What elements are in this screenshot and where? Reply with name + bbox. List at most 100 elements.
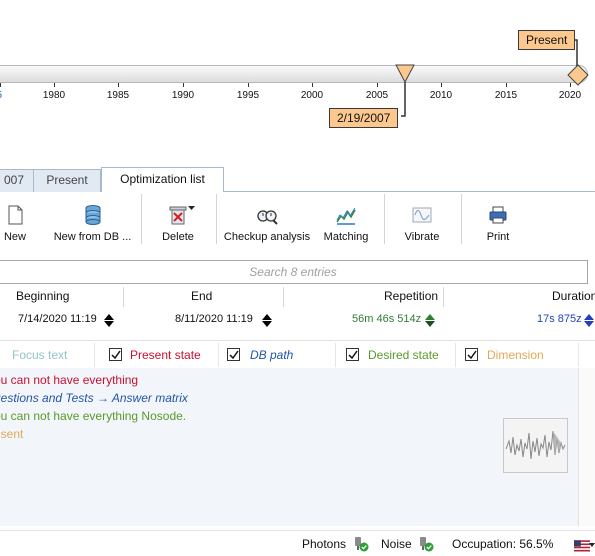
beginning-value[interactable]: 7/14/2020 11:19 [18,313,97,325]
optimization-list[interactable]: ou can not have everything uestions and … [0,368,595,526]
toolbar-separator [461,194,462,244]
list-item-dimension: esent [0,427,24,441]
timeline-year-label: 5 [0,90,2,101]
new-document-icon [8,205,23,225]
end-header: End [191,289,213,303]
matching-button[interactable]: Matching [318,192,374,252]
field-label-present-state[interactable]: Present state [130,348,201,362]
tab-strip: 007 Present Optimization list [0,167,595,193]
checkup-analysis-button[interactable]: Checkup analysis [222,192,312,252]
timeline-marker-handle[interactable] [395,64,415,84]
beginning-spinner[interactable] [104,314,114,327]
column-separator [218,343,219,367]
new-button-label: New [3,231,26,243]
new-from-db-button-label: New from DB ... [53,231,132,243]
print-button-label: Print [486,231,510,243]
vibrate-button[interactable]: Vibrate [394,192,450,252]
timeline-year-label: 1985 [106,90,130,101]
waveform-graphic [505,430,566,460]
list-item-desired-state: ou can not have everything Nosode. [0,409,187,423]
timeline-year-label: 2020 [558,90,582,101]
checkmark-icon [467,350,477,360]
checkmark-icon [229,350,239,360]
toolbar-separator [216,194,217,244]
beginning-header: Beginning [16,289,70,303]
photons-status-icon[interactable] [353,536,369,552]
checkbox-dimension[interactable] [465,348,478,361]
photons-label: Photons [302,537,347,551]
timeline-tick [118,83,119,87]
checkbox-present-state[interactable] [109,348,122,361]
timeline-tick [441,83,442,87]
column-separator[interactable] [283,287,284,307]
new-button[interactable]: New [0,192,30,252]
timeline-tick [0,83,1,87]
timeline-tick [377,83,378,87]
list-item-db-path: uestions and Tests → Answer matrix [0,391,188,405]
vertical-scrollbar[interactable] [578,368,595,526]
field-label-desired-state[interactable]: Desired state [368,348,439,362]
matching-button-label: Matching [323,231,369,243]
waveform-thumbnail[interactable] [503,418,568,473]
present-label: Present [518,30,576,50]
timeline-year-label: 2010 [429,90,453,101]
display-fields-row: Focus text Present state DB path Desired… [0,340,595,368]
noise-label: Noise [381,537,412,551]
end-value[interactable]: 8/11/2020 11:19 [175,313,253,325]
tab-optimization-list[interactable]: Optimization list [101,167,224,193]
timeline-tick [183,83,184,87]
checkbox-desired-state[interactable] [346,348,359,361]
occupation-readout: Occupation: 56.5% [452,537,554,551]
column-separator [335,343,336,367]
duration-spinner[interactable] [584,314,594,327]
column-separator [578,343,579,367]
list-item-present-state: ou can not have everything [0,373,139,387]
toolbar-separator [384,194,385,244]
binoculars-icon [257,210,278,225]
column-separator[interactable] [443,287,444,307]
noise-status-icon[interactable] [418,536,434,552]
toolbar-separator [141,194,142,244]
column-separator [455,343,456,367]
checkbox-db-path[interactable] [227,348,240,361]
time-columns: Beginning End Repetition Duration 7/14/2… [0,287,595,335]
timeline-track[interactable] [0,65,588,83]
timeline-year-label: 1980 [42,90,66,101]
tab-previous-date[interactable]: 007 [0,169,34,192]
duration-value[interactable]: 17s 875z [537,313,582,325]
search-input[interactable]: Search 8 entries [0,260,588,284]
print-icon [489,206,507,224]
end-spinner[interactable] [262,314,272,327]
repetition-value[interactable]: 56m 46s 514z [352,313,421,325]
language-chevron-down-icon[interactable] [589,543,595,548]
timeline-marker-date: 2/19/2007 [329,108,399,128]
timeline[interactable]: 5 1980 1985 1990 1995 2000 2005 2010 201… [0,0,595,165]
repetition-spinner[interactable] [425,314,435,327]
matching-chart-icon [336,207,356,225]
timeline-year-label: 1990 [171,90,195,101]
repetition-header: Repetition [384,289,439,303]
column-separator[interactable] [123,287,124,307]
vibrate-button-label: Vibrate [404,231,440,243]
status-bar: Photons Noise Occupation: 56.5% [0,530,595,556]
delete-icon [169,206,187,225]
duration-header: Duration [552,289,595,303]
timeline-tick [248,83,249,87]
new-from-db-button[interactable]: New from DB ... [50,192,135,252]
vibrate-wave-icon [412,207,432,223]
print-button[interactable]: Print [470,192,526,252]
tab-present[interactable]: Present [33,169,101,192]
delete-button[interactable]: Delete [150,192,206,252]
timeline-tick [54,83,55,87]
field-label-db-path[interactable]: DB path [250,348,293,362]
field-label-focus-text[interactable]: Focus text [12,348,67,362]
field-label-dimension[interactable]: Dimension [487,348,544,362]
checkmark-icon [111,350,121,360]
timeline-year-label: 2015 [494,90,518,101]
timeline-year-label: 2000 [300,90,324,101]
checkup-analysis-button-label: Checkup analysis [223,231,311,243]
us-flag-icon[interactable] [574,538,590,554]
delete-dropdown-chevron-down-icon[interactable] [188,206,196,212]
checkmark-icon [348,350,358,360]
timeline-tick [312,83,313,87]
